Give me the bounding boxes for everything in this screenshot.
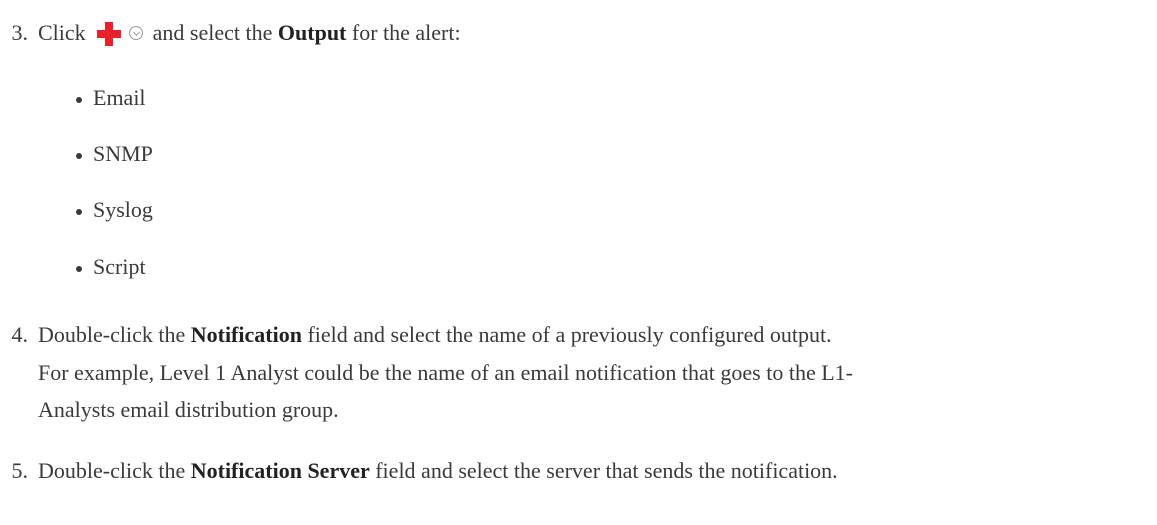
add-icon — [97, 22, 122, 46]
step-3: 3. Click and select the Output for the a… — [0, 20, 1157, 50]
step-text: Click and select the Output for the aler… — [38, 20, 461, 48]
step-text: Double-click the Notification field and … — [38, 322, 832, 347]
bullet-icon — [76, 266, 82, 272]
notification-server-term: Notification Server — [190, 458, 370, 483]
notification-term: Notification — [190, 322, 302, 347]
step-4-line-3: Analysts email distribution group. — [38, 397, 339, 422]
click-label: Click — [38, 20, 86, 45]
step-text: Double-click the Notification Server fie… — [38, 458, 838, 483]
add-output-control — [97, 22, 144, 48]
step-number: 5. — [11, 458, 29, 483]
bullet-icon — [76, 209, 82, 215]
bullet-icon — [76, 153, 82, 159]
output-term: Output — [277, 20, 347, 45]
bullet-icon — [76, 97, 82, 103]
step-number: 3. — [11, 20, 29, 45]
step-number: 4. — [11, 322, 29, 347]
chevron-down-circle-icon — [129, 26, 144, 40]
step-4-line-2: For example, Level 1 Analyst could be th… — [38, 360, 853, 385]
